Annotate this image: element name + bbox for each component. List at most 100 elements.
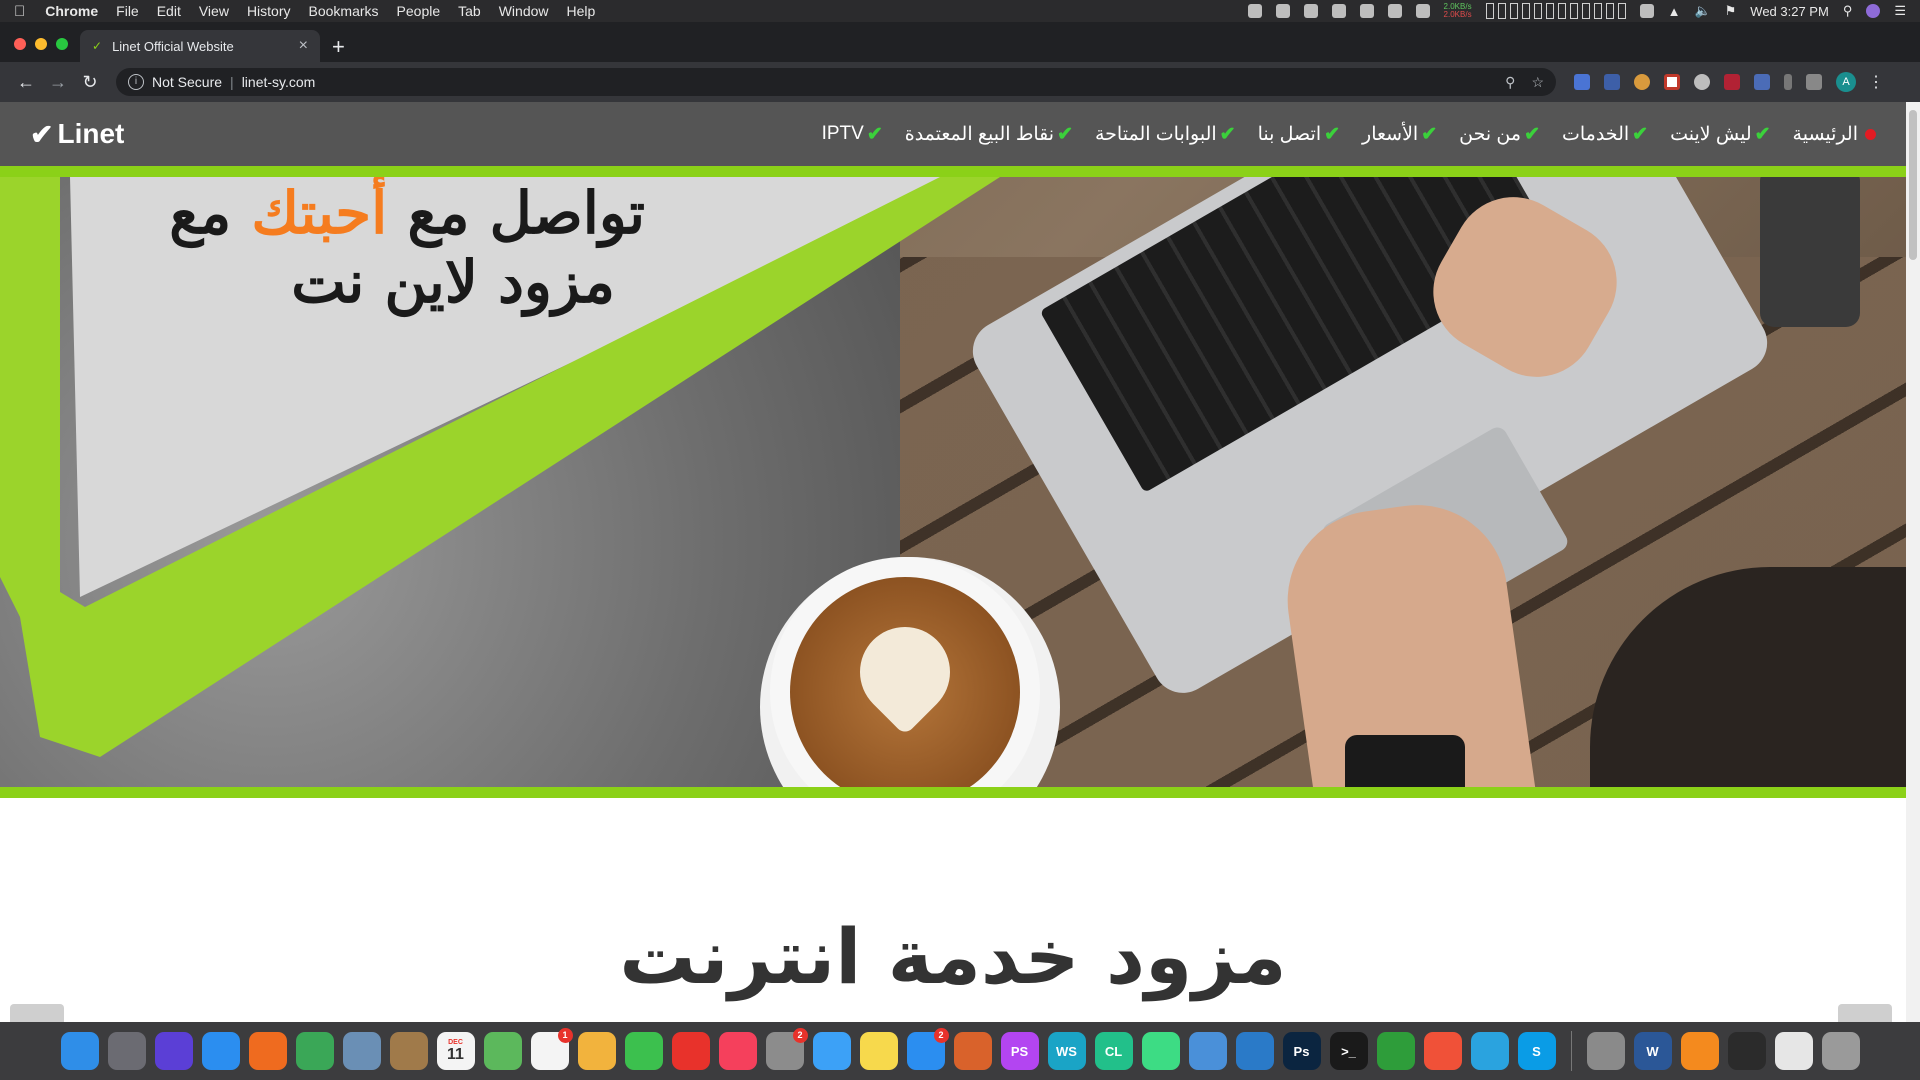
phpstorm-icon[interactable]: PS bbox=[1000, 1032, 1039, 1070]
calendar-icon[interactable]: DEC 11 bbox=[436, 1032, 475, 1070]
wifi-status-icon[interactable] bbox=[1275, 4, 1290, 18]
menu-people[interactable]: People bbox=[397, 3, 441, 19]
scrollbar-thumb[interactable] bbox=[1909, 110, 1917, 260]
documents-folder-icon[interactable] bbox=[1586, 1032, 1625, 1070]
pin-extension-icon[interactable] bbox=[1784, 74, 1792, 90]
maximize-window-button[interactable] bbox=[56, 38, 68, 50]
preview-icon[interactable] bbox=[342, 1032, 381, 1070]
app-store-icon[interactable]: 2 bbox=[906, 1028, 949, 1070]
chat-extension-icon[interactable] bbox=[1694, 74, 1710, 90]
bookmark-star-icon[interactable]: ☆ bbox=[1531, 74, 1544, 91]
messages-icon[interactable] bbox=[812, 1032, 851, 1070]
system-preferences-icon[interactable]: 2 bbox=[765, 1028, 808, 1070]
menu-view[interactable]: View bbox=[199, 3, 229, 19]
menu-tab[interactable]: Tab bbox=[458, 3, 481, 19]
word-icon[interactable]: W bbox=[1633, 1032, 1672, 1070]
quicktime-icon[interactable] bbox=[1727, 1032, 1766, 1070]
xcode-icon[interactable] bbox=[1188, 1032, 1227, 1070]
profile-avatar[interactable]: A bbox=[1836, 72, 1856, 92]
security-label[interactable]: Not Secure bbox=[152, 74, 222, 90]
nav-services[interactable]: الخدمات ✔ bbox=[1562, 123, 1648, 146]
close-window-button[interactable] bbox=[14, 38, 26, 50]
apple-menu-icon[interactable]:  bbox=[14, 3, 25, 20]
airplay-icon[interactable]: ▲ bbox=[1668, 4, 1681, 19]
finder-icon[interactable] bbox=[60, 1032, 99, 1070]
page-scrollbar[interactable] bbox=[1906, 102, 1920, 1022]
close-tab-icon[interactable]: × bbox=[299, 37, 308, 55]
swift-icon[interactable] bbox=[1423, 1032, 1462, 1070]
music-icon[interactable] bbox=[718, 1032, 757, 1070]
siri-icon[interactable] bbox=[154, 1032, 193, 1070]
webstorm-icon[interactable]: WS bbox=[1047, 1032, 1086, 1070]
pie-status-icon[interactable] bbox=[1415, 4, 1430, 18]
battery-icon[interactable] bbox=[1639, 4, 1654, 18]
new-tab-button[interactable]: + bbox=[332, 34, 345, 60]
safari-icon[interactable] bbox=[201, 1032, 240, 1070]
crossover-icon[interactable] bbox=[1376, 1032, 1415, 1070]
nav-iptv[interactable]: IPTV ✔ bbox=[822, 123, 883, 146]
nav-home[interactable]: الرئيسية bbox=[1793, 123, 1876, 146]
nav-prices[interactable]: الأسعار ✔ bbox=[1362, 123, 1437, 146]
maps-icon[interactable] bbox=[483, 1032, 522, 1070]
photos-icon[interactable] bbox=[577, 1032, 616, 1070]
nav-about[interactable]: من نحن ✔ bbox=[1459, 123, 1540, 146]
nav-points-of-sale[interactable]: نقاط البيع المعتمدة ✔ bbox=[905, 123, 1073, 146]
dropbox-status-icon[interactable] bbox=[1303, 4, 1318, 18]
siri-status-icon[interactable] bbox=[1866, 4, 1881, 18]
back-button[interactable]: ← bbox=[12, 72, 40, 93]
cookie-extension-icon[interactable] bbox=[1634, 74, 1650, 90]
vlc-icon[interactable] bbox=[1680, 1032, 1719, 1070]
notification-center-icon[interactable]: ☰ bbox=[1894, 3, 1906, 19]
volume-icon[interactable]: 🔈 bbox=[1694, 3, 1710, 19]
zoom-icon[interactable]: ⚲ bbox=[1505, 74, 1515, 91]
code-extension-icon[interactable] bbox=[1806, 74, 1822, 90]
translate-extension-icon[interactable] bbox=[1574, 74, 1590, 90]
reload-button[interactable]: ↻ bbox=[76, 72, 104, 93]
menu-file[interactable]: File bbox=[116, 3, 139, 19]
vscode-icon[interactable] bbox=[1235, 1032, 1274, 1070]
photoshop-icon[interactable]: Ps bbox=[1282, 1032, 1321, 1070]
menu-edit[interactable]: Edit bbox=[157, 3, 181, 19]
spotlight-search-icon[interactable]: ⚲ bbox=[1843, 3, 1853, 19]
reminders-icon[interactable]: 1 bbox=[530, 1028, 573, 1070]
menu-help[interactable]: Help bbox=[567, 3, 596, 19]
skype-icon[interactable]: S bbox=[1517, 1032, 1556, 1070]
input-source-flag-icon[interactable]: ⚑ bbox=[1725, 3, 1737, 19]
chrome-menu-icon[interactable]: ⋮ bbox=[1868, 72, 1884, 92]
address-bar[interactable]: i Not Secure | linet-sy.com ⚲ ☆ bbox=[116, 68, 1556, 96]
notes-icon[interactable] bbox=[859, 1032, 898, 1070]
android-studio-icon[interactable] bbox=[1141, 1032, 1180, 1070]
cloud-upload-icon[interactable] bbox=[1331, 4, 1346, 18]
save-extension-icon[interactable] bbox=[1604, 74, 1620, 90]
launchpad-icon[interactable] bbox=[107, 1032, 146, 1070]
display-status-icon[interactable] bbox=[1359, 4, 1374, 18]
flag-extension-icon[interactable] bbox=[1664, 74, 1680, 90]
nav-why-linet[interactable]: ليش لاينت ✔ bbox=[1670, 123, 1770, 146]
carousel-prev-button[interactable] bbox=[10, 1004, 64, 1022]
minimize-window-button[interactable] bbox=[35, 38, 47, 50]
nav-contact[interactable]: اتصل بنا ✔ bbox=[1258, 123, 1340, 146]
nav-portals[interactable]: البوابات المتاحة ✔ bbox=[1095, 123, 1236, 146]
quicktime-doc-icon[interactable] bbox=[1774, 1032, 1813, 1070]
tool-extension-icon[interactable] bbox=[1754, 74, 1770, 90]
firefox-icon[interactable] bbox=[248, 1032, 287, 1070]
carousel-next-button[interactable] bbox=[1838, 1004, 1892, 1022]
vlc-status-icon[interactable] bbox=[1247, 4, 1262, 18]
menu-window[interactable]: Window bbox=[499, 3, 549, 19]
menu-bookmarks[interactable]: Bookmarks bbox=[309, 3, 379, 19]
tab-linet[interactable]: ✓ Linet Official Website × bbox=[80, 30, 320, 62]
chrome-icon[interactable] bbox=[295, 1032, 334, 1070]
site-logo[interactable]: ✔ Linet bbox=[30, 118, 124, 151]
news-icon[interactable] bbox=[671, 1032, 710, 1070]
matlab-icon[interactable] bbox=[953, 1032, 992, 1070]
forward-button[interactable]: → bbox=[44, 72, 72, 93]
menu-history[interactable]: History bbox=[247, 3, 291, 19]
notefile-icon[interactable] bbox=[389, 1032, 428, 1070]
trash-icon[interactable] bbox=[1821, 1032, 1860, 1070]
app-status-icon[interactable] bbox=[1387, 4, 1402, 18]
info-icon[interactable]: i bbox=[128, 74, 144, 90]
clock[interactable]: Wed 3:27 PM bbox=[1750, 4, 1829, 19]
terminal-icon[interactable]: >_ bbox=[1329, 1032, 1368, 1070]
clion-icon[interactable]: CL bbox=[1094, 1032, 1133, 1070]
url-text[interactable]: linet-sy.com bbox=[242, 74, 316, 90]
